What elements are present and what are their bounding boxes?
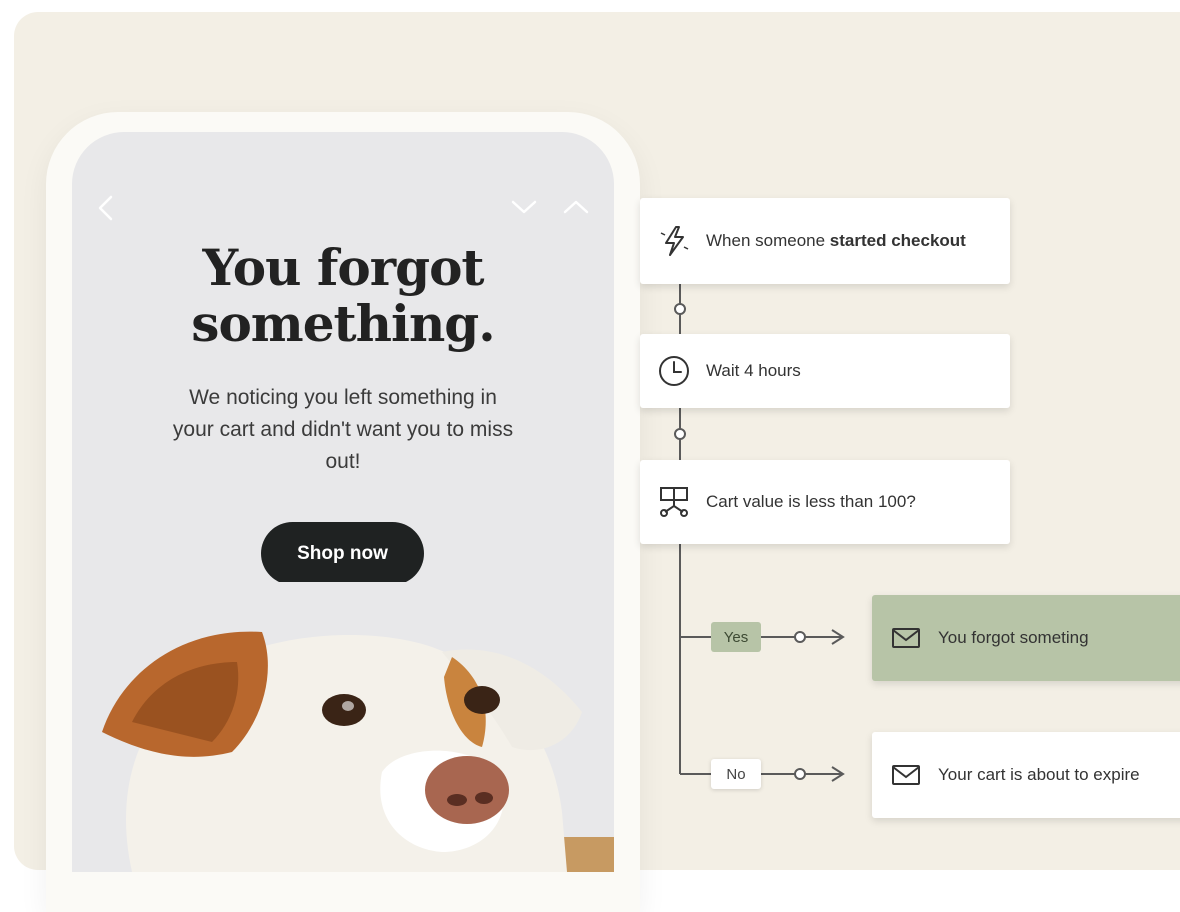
chevron-up-icon[interactable]: [562, 198, 590, 216]
dog-photo: [72, 582, 614, 872]
condition-node[interactable]: Cart value is less than 100?: [640, 460, 1010, 544]
email-body-text: We noticing you left something in your c…: [172, 386, 514, 473]
yes-branch-tag: Yes: [711, 622, 761, 652]
trigger-label: When someone started checkout: [706, 229, 966, 253]
email-preview-screen: You forgot something. We noticing you le…: [72, 132, 614, 872]
email-headline: You forgot something.: [191, 238, 495, 353]
wait-node[interactable]: Wait 4 hours: [640, 334, 1010, 408]
envelope-icon: [892, 628, 920, 648]
trigger-node[interactable]: When someone started checkout: [640, 198, 1010, 284]
no-email-node[interactable]: Your cart is about to expire: [872, 732, 1180, 818]
no-branch-tag: No: [711, 759, 761, 789]
trigger-label-event: started checkout: [829, 231, 966, 250]
wait-label: Wait 4 hours: [706, 361, 801, 380]
envelope-icon: [892, 765, 920, 785]
lightning-icon: [660, 226, 689, 256]
yes-email-label: You forgot someting: [938, 628, 1089, 647]
chevron-left-icon[interactable]: [96, 194, 116, 222]
trigger-label-prefix: When someone: [706, 231, 830, 250]
no-email-label: Your cart is about to expire: [938, 765, 1140, 784]
chevron-down-icon[interactable]: [510, 198, 538, 216]
yes-email-node[interactable]: You forgot someting: [872, 595, 1180, 681]
clock-icon: [659, 356, 689, 386]
shop-now-button[interactable]: Shop now: [261, 522, 424, 585]
split-icon: [660, 487, 688, 517]
condition-label: Cart value is less than 100?: [706, 492, 916, 511]
